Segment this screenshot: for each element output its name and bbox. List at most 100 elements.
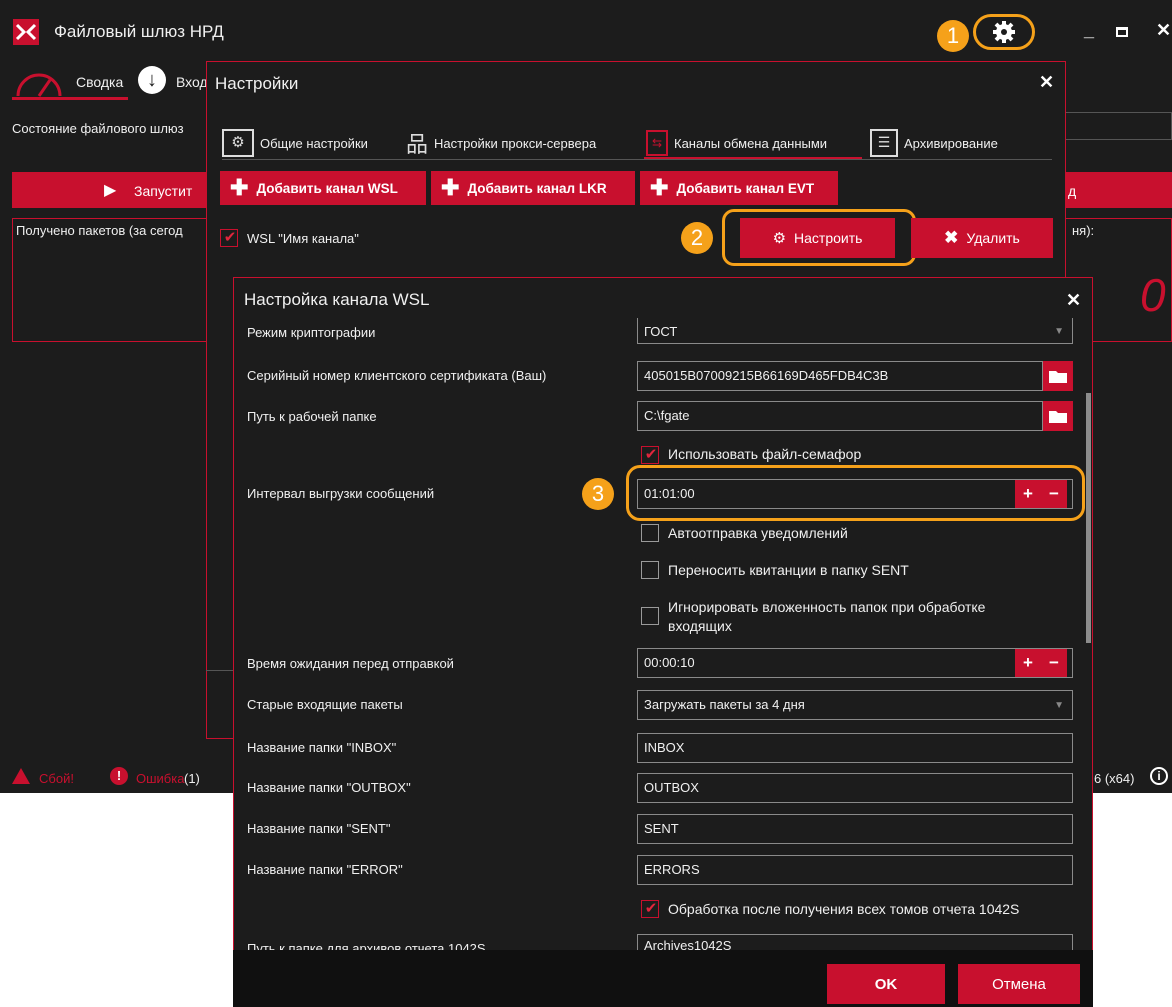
old-packets-value: Загружать пакеты за 4 дня [644, 697, 805, 712]
upload-interval-label: Интервал выгрузки сообщений [247, 486, 435, 501]
info-icon[interactable]: i [1150, 767, 1168, 785]
checkmark-icon: ✔ [223, 229, 237, 246]
archive-path-label-text: Путь к папке для архивов отчета 1042S [247, 941, 486, 950]
error-count: (1) [184, 771, 200, 786]
add-evt-channel-button[interactable]: ✚ Добавить канал EVT [640, 171, 838, 205]
error-label[interactable]: Ошибка [136, 771, 184, 786]
settings-dialog-title: Настройки [215, 74, 299, 93]
close-app-icon[interactable]: ✕ [1156, 20, 1171, 41]
semaphore-checkbox[interactable]: ✔ [641, 446, 659, 464]
callout-3: 3 [582, 478, 614, 510]
minimize-icon[interactable]: _ [1084, 20, 1094, 41]
start-button[interactable]: ▶ Запустит [12, 172, 212, 208]
add-wsl-label: Добавить канал WSL [256, 180, 398, 196]
ignore-nesting-label-1: Игнорировать вложенность папок при обраб… [668, 599, 986, 615]
dropdown-arrow-icon: ▼ [1054, 700, 1064, 711]
error-name-field[interactable]: ERRORS [637, 855, 1073, 885]
plus-icon: ✚ [441, 175, 460, 200]
tab-data-channels-label: Каналы обмена данными [674, 135, 828, 151]
tab-archiving[interactable]: ☰ Архивирование [870, 128, 998, 158]
work-folder-label: Путь к рабочей папке [247, 409, 377, 424]
report-1042s-label: Обработка после получения всех томов отч… [668, 901, 1020, 917]
plus-icon[interactable]: + [1023, 653, 1033, 673]
delete-label: Удалить [966, 230, 1020, 246]
channels-icon: ⇆ [646, 130, 668, 156]
report-1042s-checkbox[interactable]: ✔ [641, 900, 659, 918]
tab-incoming[interactable]: Вход [176, 74, 208, 108]
folder-open-icon[interactable] [1043, 361, 1073, 391]
packets-right-label: ня): [1072, 223, 1095, 238]
gateway-status-label: Состояние файлового шлюз [12, 121, 184, 136]
archive-path-field[interactable]: Archives1042S [637, 934, 1073, 950]
speedometer-icon [16, 73, 62, 97]
outbox-name-label: Название папки "OUTBOX" [247, 780, 411, 795]
warning-triangle-icon [12, 768, 30, 784]
scrollbar-thumb[interactable] [1086, 393, 1091, 643]
crypto-mode-value: ГОСТ [644, 324, 678, 339]
configure-label: Настроить [794, 230, 863, 246]
sent-name-field[interactable]: SENT [637, 814, 1073, 844]
autosend-checkbox[interactable] [641, 524, 659, 542]
move-receipts-checkbox[interactable] [641, 561, 659, 579]
dropdown-arrow-icon: ▼ [1054, 326, 1064, 337]
plus-icon: ✚ [230, 175, 249, 200]
outbox-name-field[interactable]: OUTBOX [637, 773, 1073, 803]
packets-received-label: Получено пакетов (за сегод [16, 223, 183, 238]
serial-number-label: Серийный номер клиентского сертификата (… [247, 368, 547, 383]
minus-icon[interactable]: − [1049, 653, 1059, 673]
tab-proxy-settings-label: Настройки прокси-сервера [434, 135, 597, 151]
general-settings-icon: ⚙ [222, 129, 254, 157]
wait-time-field[interactable]: 00:00:10 [637, 648, 1073, 678]
tab-general-settings[interactable]: ⚙ Общие настройки [222, 128, 368, 158]
wsl-close-icon[interactable]: ✕ [1066, 290, 1081, 311]
checkmark-icon: ✔ [644, 446, 658, 463]
add-lkr-label: Добавить канал LKR [467, 180, 607, 196]
sent-name-label: Название папки "SENT" [247, 821, 391, 836]
delete-button[interactable]: ✖ Удалить [911, 218, 1053, 258]
tab-summary[interactable]: Сводка [76, 74, 123, 108]
inbox-name-field[interactable]: INBOX [637, 733, 1073, 763]
stop-button[interactable]: д [1060, 172, 1172, 208]
add-wsl-channel-button[interactable]: ✚ Добавить канал WSL [220, 171, 426, 205]
archive-path-value: Archives1042S [644, 938, 732, 950]
settings-bottom-line [206, 670, 235, 671]
ok-button[interactable]: OK [827, 964, 945, 1004]
folder-open-icon[interactable] [1043, 401, 1073, 431]
archive-icon: ☰ [870, 129, 898, 157]
crypto-mode-label: Режим криптографии [247, 325, 376, 340]
serial-number-field[interactable]: 405015B07009215B66169D465FDB4C3B [637, 361, 1043, 391]
semaphore-label: Использовать файл-семафор [668, 446, 862, 462]
ignore-nesting-label-2: входящих [668, 618, 732, 634]
tab-general-settings-label: Общие настройки [260, 135, 368, 151]
old-packets-select[interactable]: Загружать пакеты за 4 дня ▼ [637, 690, 1073, 720]
cancel-button[interactable]: Отмена [958, 964, 1080, 1004]
ignore-nesting-checkbox[interactable] [641, 607, 659, 625]
tab-data-channels[interactable]: ⇆ Каналы обмена данными [646, 128, 827, 158]
gear-icon[interactable] [989, 17, 1019, 47]
autosend-label: Автоотправка уведомлений [668, 525, 848, 541]
fail-label[interactable]: Сбой! [39, 771, 74, 786]
delete-x-icon: ✖ [944, 228, 959, 247]
channel-checkbox[interactable]: ✔ [220, 229, 238, 247]
inbox-name-label: Название папки "INBOX" [247, 740, 397, 755]
crypto-mode-select[interactable]: ГОСТ ▼ [637, 318, 1073, 344]
tab-proxy-settings[interactable]: 品 Настройки прокси-сервера [406, 128, 596, 158]
packets-count: 0 [1140, 269, 1166, 321]
archive-path-label: Путь к папке для архивов отчета 1042S [247, 941, 486, 950]
network-icon: 品 [406, 132, 429, 157]
configure-button[interactable]: ⚙ Настроить [740, 218, 895, 258]
nrd-logo-icon [13, 19, 39, 45]
work-folder-field[interactable]: C:\fgate [637, 401, 1043, 431]
move-receipts-label: Переносить квитанции в папку SENT [668, 562, 909, 578]
plus-icon: ✚ [650, 175, 669, 200]
maximize-icon[interactable] [1116, 27, 1128, 37]
add-lkr-channel-button[interactable]: ✚ Добавить канал LKR [431, 171, 635, 205]
checkmark-icon: ✔ [644, 900, 658, 917]
channel-name: WSL "Имя канала" [247, 231, 359, 246]
tab-archiving-label: Архивирование [904, 135, 998, 151]
play-icon: ▶ [104, 182, 117, 199]
version-label: 6 (x64) [1094, 771, 1135, 786]
settings-close-icon[interactable]: ✕ [1039, 72, 1054, 93]
wait-stepper[interactable]: + − [1015, 649, 1067, 677]
app-title: Файловый шлюз НРД [54, 22, 224, 41]
